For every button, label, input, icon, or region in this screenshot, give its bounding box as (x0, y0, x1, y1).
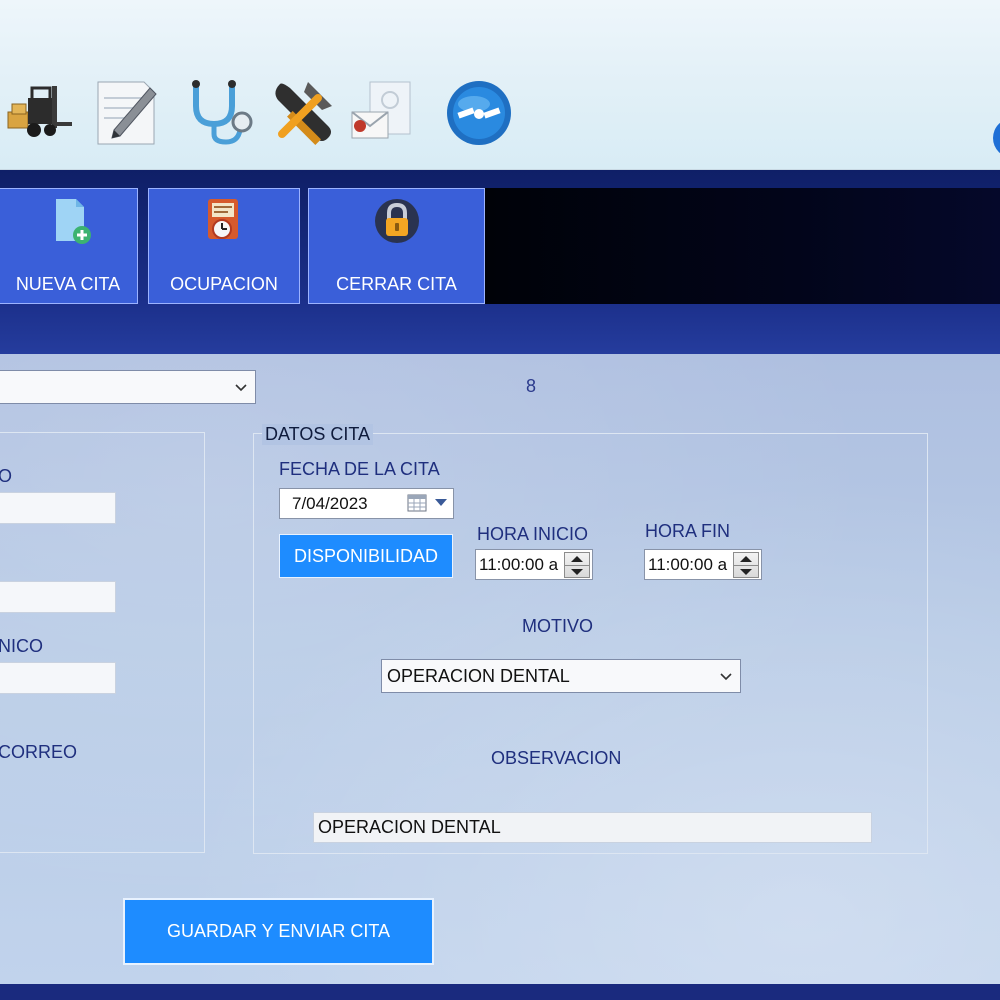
hora-fin-value: 11:00:00 a (648, 554, 728, 574)
patient-email-label: CORREO (0, 742, 78, 762)
hora-fin-stepper[interactable] (733, 552, 759, 578)
stethoscope-icon[interactable] (180, 72, 262, 154)
schedule-book-icon (208, 199, 238, 239)
hora-inicio-label: HORA INICIO (477, 524, 589, 544)
patient-field3-input[interactable] (0, 662, 116, 694)
top-toolbar (0, 0, 1000, 170)
ocupacion-button[interactable]: OCUPACION (148, 188, 300, 304)
fecha-cita-value: 7/04/2023 (292, 493, 368, 513)
hora-inicio-picker[interactable]: 11:00:00 a (475, 549, 593, 580)
lock-icon (374, 199, 419, 243)
hora-inicio-stepper[interactable] (564, 552, 590, 578)
chevron-down-icon (720, 673, 732, 681)
user-badge-icon[interactable] (993, 118, 1000, 158)
step-up-icon (740, 556, 752, 562)
step-down-icon (571, 569, 583, 575)
patient-field3-label: NICO (0, 636, 43, 656)
nueva-cita-label: NUEVA CITA (15, 274, 121, 294)
patient-field1-input[interactable] (0, 492, 116, 524)
motivo-combo[interactable]: OPERACION DENTAL (381, 659, 741, 693)
hora-inicio-value: 11:00:00 a (479, 554, 559, 574)
appointment-form: 8 O NICO CORREO DATOS CITA FECHA DE LA C… (0, 354, 1000, 984)
tools-icon[interactable] (262, 72, 344, 154)
action-band: NUEVA CITA OCUPACION CERRAR CITA (0, 170, 1000, 354)
disponibilidad-button[interactable]: DISPONIBILIDAD (279, 534, 453, 578)
fecha-cita-label: FECHA DE LA CITA (279, 459, 440, 479)
mail-icon[interactable] (342, 72, 424, 154)
count-value: 8 (526, 376, 537, 396)
patient-combo[interactable] (0, 370, 256, 404)
patient-field1-label: O (0, 466, 13, 486)
forklift-icon[interactable] (0, 72, 82, 154)
dropdown-arrow-icon (435, 499, 447, 506)
patient-field2-input[interactable] (0, 581, 116, 613)
motivo-value: OPERACION DENTAL (387, 665, 570, 686)
chevron-down-icon (235, 384, 247, 392)
calendar-icon (407, 494, 427, 512)
satellite-icon[interactable] (438, 72, 520, 154)
datos-cita-title: DATOS CITA (262, 424, 374, 445)
action-band-empty-area (485, 188, 1000, 304)
edit-document-icon[interactable] (86, 72, 168, 154)
hora-fin-picker[interactable]: 11:00:00 a (644, 549, 762, 580)
ocupacion-label: OCUPACION (170, 274, 278, 294)
cerrar-cita-button[interactable]: CERRAR CITA (308, 188, 485, 304)
bottom-status-bar (0, 984, 1000, 1000)
cerrar-cita-label: CERRAR CITA (336, 274, 457, 294)
observacion-value: OPERACION DENTAL (318, 817, 501, 837)
new-document-icon (56, 199, 91, 244)
observacion-label: OBSERVACION (491, 748, 622, 768)
motivo-label: MOTIVO (522, 616, 593, 636)
step-up-icon (571, 556, 583, 562)
fecha-cita-picker[interactable]: 7/04/2023 (279, 488, 454, 519)
nueva-cita-button[interactable]: NUEVA CITA (0, 188, 138, 304)
hora-fin-label: HORA FIN (645, 521, 731, 541)
observacion-input[interactable]: OPERACION DENTAL (313, 812, 872, 843)
step-down-icon (740, 569, 752, 575)
guardar-enviar-button[interactable]: GUARDAR Y ENVIAR CITA (123, 898, 434, 965)
